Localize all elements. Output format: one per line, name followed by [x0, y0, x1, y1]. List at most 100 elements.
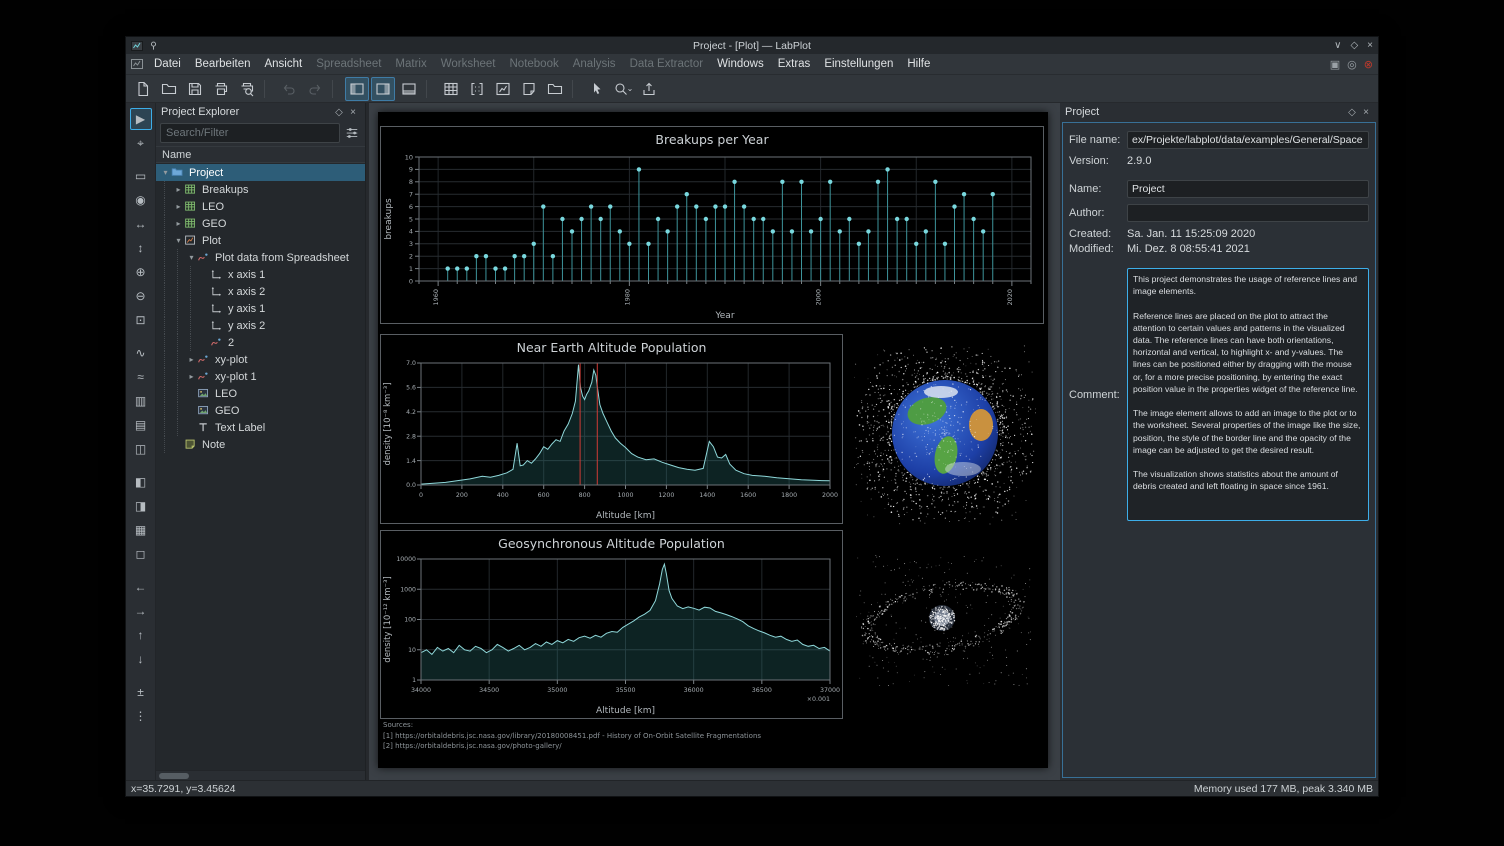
menubar-close-icon[interactable]: ⊗	[1364, 58, 1373, 71]
zoom-select-tool[interactable]: ◉	[130, 189, 152, 211]
menu-einstellungen[interactable]: Einstellungen	[817, 56, 900, 72]
print-preview-button[interactable]	[235, 77, 259, 101]
tree-item-y-axis-1[interactable]: y axis 1	[156, 300, 365, 317]
new-worksheet-button[interactable]	[491, 77, 515, 101]
new-spreadsheet-button[interactable]	[439, 77, 463, 101]
tree-item-breakups[interactable]: ▸Breakups	[156, 181, 365, 198]
expander-icon[interactable]: ▸	[173, 202, 184, 211]
add-bar-chart-tool[interactable]: ▤	[130, 414, 152, 436]
vertical-layout-tool[interactable]: ◧	[130, 471, 152, 493]
add-curve-tool[interactable]: ∿	[130, 342, 152, 364]
menu-hilfe[interactable]: Hilfe	[900, 56, 937, 72]
worksheet-page[interactable]: 0123456789101960198020002020Yearbreakups…	[378, 112, 1048, 768]
search-input[interactable]	[160, 123, 340, 143]
geosynchronous-plot[interactable]: 3400034500350003550036000365003700011010…	[380, 530, 843, 719]
new-project-button[interactable]	[131, 77, 155, 101]
file-name-input[interactable]	[1127, 131, 1369, 149]
expander-icon[interactable]: ▸	[186, 355, 197, 364]
scrollbar-thumb[interactable]	[159, 773, 189, 779]
shift-right-tool[interactable]: →	[130, 600, 152, 622]
tree-item-leo[interactable]: ▸LEO	[156, 198, 365, 215]
zoom-fit-tool[interactable]: ⊡	[130, 309, 152, 331]
breakups-plot[interactable]: 0123456789101960198020002020Yearbreakups…	[380, 126, 1044, 324]
undo-button[interactable]	[277, 77, 301, 101]
shift-down-tool[interactable]: ↓	[130, 648, 152, 670]
break-layout-tool[interactable]: ◻	[130, 543, 152, 565]
menu-extras[interactable]: Extras	[771, 56, 818, 72]
tree-item-xy-plot-1[interactable]: ▸xy-plot 1	[156, 368, 365, 385]
menubar-record-icon[interactable]: ◎	[1347, 58, 1357, 71]
maximize-button[interactable]: ◇	[1350, 41, 1358, 51]
earth-debris-image[interactable]	[854, 345, 1036, 525]
float-dock-icon[interactable]: ◇	[332, 107, 346, 118]
menu-windows[interactable]: Windows	[710, 56, 771, 72]
toggle-bottom-dock-button[interactable]	[397, 77, 421, 101]
close-button[interactable]: ×	[1367, 41, 1373, 51]
float-dock-icon[interactable]: ◇	[1345, 107, 1359, 118]
tree-item-x-axis-1[interactable]: x axis 1	[156, 266, 365, 283]
tree-item-x-axis-2[interactable]: x axis 2	[156, 283, 365, 300]
zoom-x-tool[interactable]: ↔	[130, 213, 152, 235]
tree-item-leo[interactable]: LEO	[156, 385, 365, 402]
toggle-properties-dock-button[interactable]	[371, 77, 395, 101]
save-project-button[interactable]	[183, 77, 207, 101]
close-dock-icon[interactable]: ×	[346, 107, 360, 118]
export-button[interactable]	[637, 77, 661, 101]
tree-item-y-axis-2[interactable]: y axis 2	[156, 317, 365, 334]
tree-item-plot-data-from-spreadsheet[interactable]: ▾Plot data from Spreadsheet	[156, 249, 365, 266]
near-earth-plot[interactable]: 02004006008001000120014001600180020000.0…	[380, 334, 843, 524]
menu-bearbeiten[interactable]: Bearbeiten	[188, 56, 258, 72]
expander-icon[interactable]: ▾	[173, 236, 184, 245]
expander-icon[interactable]: ▾	[186, 253, 197, 262]
select-pointer-button[interactable]	[585, 77, 609, 101]
new-note-button[interactable]	[517, 77, 541, 101]
menu-ansicht[interactable]: Ansicht	[257, 56, 309, 72]
shift-up-tool[interactable]: ↑	[130, 624, 152, 646]
zoom-out-tool[interactable]: ⊖	[130, 285, 152, 307]
select-tool[interactable]: ▶	[130, 108, 152, 130]
grid-layout-tool[interactable]: ▦	[130, 519, 152, 541]
name-input[interactable]	[1127, 180, 1369, 198]
comment-textarea[interactable]: This project demonstrates the usage of r…	[1127, 268, 1369, 521]
add-boxplot-tool[interactable]: ◫	[130, 438, 152, 460]
author-input[interactable]	[1127, 204, 1369, 222]
titlebar[interactable]: Project - [Plot] — LabPlot ∨ ◇ ×	[126, 37, 1378, 54]
properties-header[interactable]: Project ◇ ×	[1060, 103, 1378, 121]
tree-item-2[interactable]: 2	[156, 334, 365, 351]
toggle-project-explorer-button[interactable]	[345, 77, 369, 101]
expander-icon[interactable]: ▸	[173, 185, 184, 194]
more-tools[interactable]: ⋮	[130, 705, 152, 727]
expander-icon[interactable]: ▸	[173, 219, 184, 228]
crosshair-tool[interactable]: ⌖	[130, 132, 152, 154]
open-project-button[interactable]	[157, 77, 181, 101]
filter-options-button[interactable]	[343, 124, 361, 142]
tree-item-geo[interactable]: GEO	[156, 402, 365, 419]
horizontal-layout-tool[interactable]: ◨	[130, 495, 152, 517]
project-explorer-header[interactable]: Project Explorer ◇ ×	[156, 103, 365, 121]
expander-icon[interactable]: ▸	[186, 372, 197, 381]
shade-button[interactable]: ∨	[1334, 41, 1341, 51]
close-dock-icon[interactable]: ×	[1359, 107, 1373, 118]
select-region-tool[interactable]: ▭	[130, 165, 152, 187]
tree-item-plot[interactable]: ▾Plot	[156, 232, 365, 249]
new-folder-button[interactable]	[543, 77, 567, 101]
tree-item-project[interactable]: ▾Project	[156, 164, 365, 181]
new-matrix-button[interactable]	[465, 77, 489, 101]
tree-item-note[interactable]: Note	[156, 436, 365, 453]
tree-item-text-label[interactable]: Text Label	[156, 419, 365, 436]
explorer-horizontal-scrollbar[interactable]	[156, 770, 365, 780]
geo-debris-image[interactable]	[856, 555, 1031, 686]
pin-icon[interactable]	[148, 40, 159, 51]
shift-left-tool[interactable]: ←	[130, 576, 152, 598]
auto-scale-tool[interactable]: ±	[130, 681, 152, 703]
menu-datei[interactable]: Datei	[147, 56, 188, 72]
menubar-select-icon[interactable]: ▣	[1330, 58, 1340, 71]
tree-item-geo[interactable]: ▸GEO	[156, 215, 365, 232]
zoom-y-tool[interactable]: ↕	[130, 237, 152, 259]
add-histogram-tool[interactable]: ▥	[130, 390, 152, 412]
tree-column-header[interactable]: Name	[156, 146, 365, 163]
add-equation-curve-tool[interactable]: ≈	[130, 366, 152, 388]
redo-button[interactable]	[303, 77, 327, 101]
expander-icon[interactable]: ▾	[160, 168, 171, 177]
tree-item-xy-plot[interactable]: ▸xy-plot	[156, 351, 365, 368]
